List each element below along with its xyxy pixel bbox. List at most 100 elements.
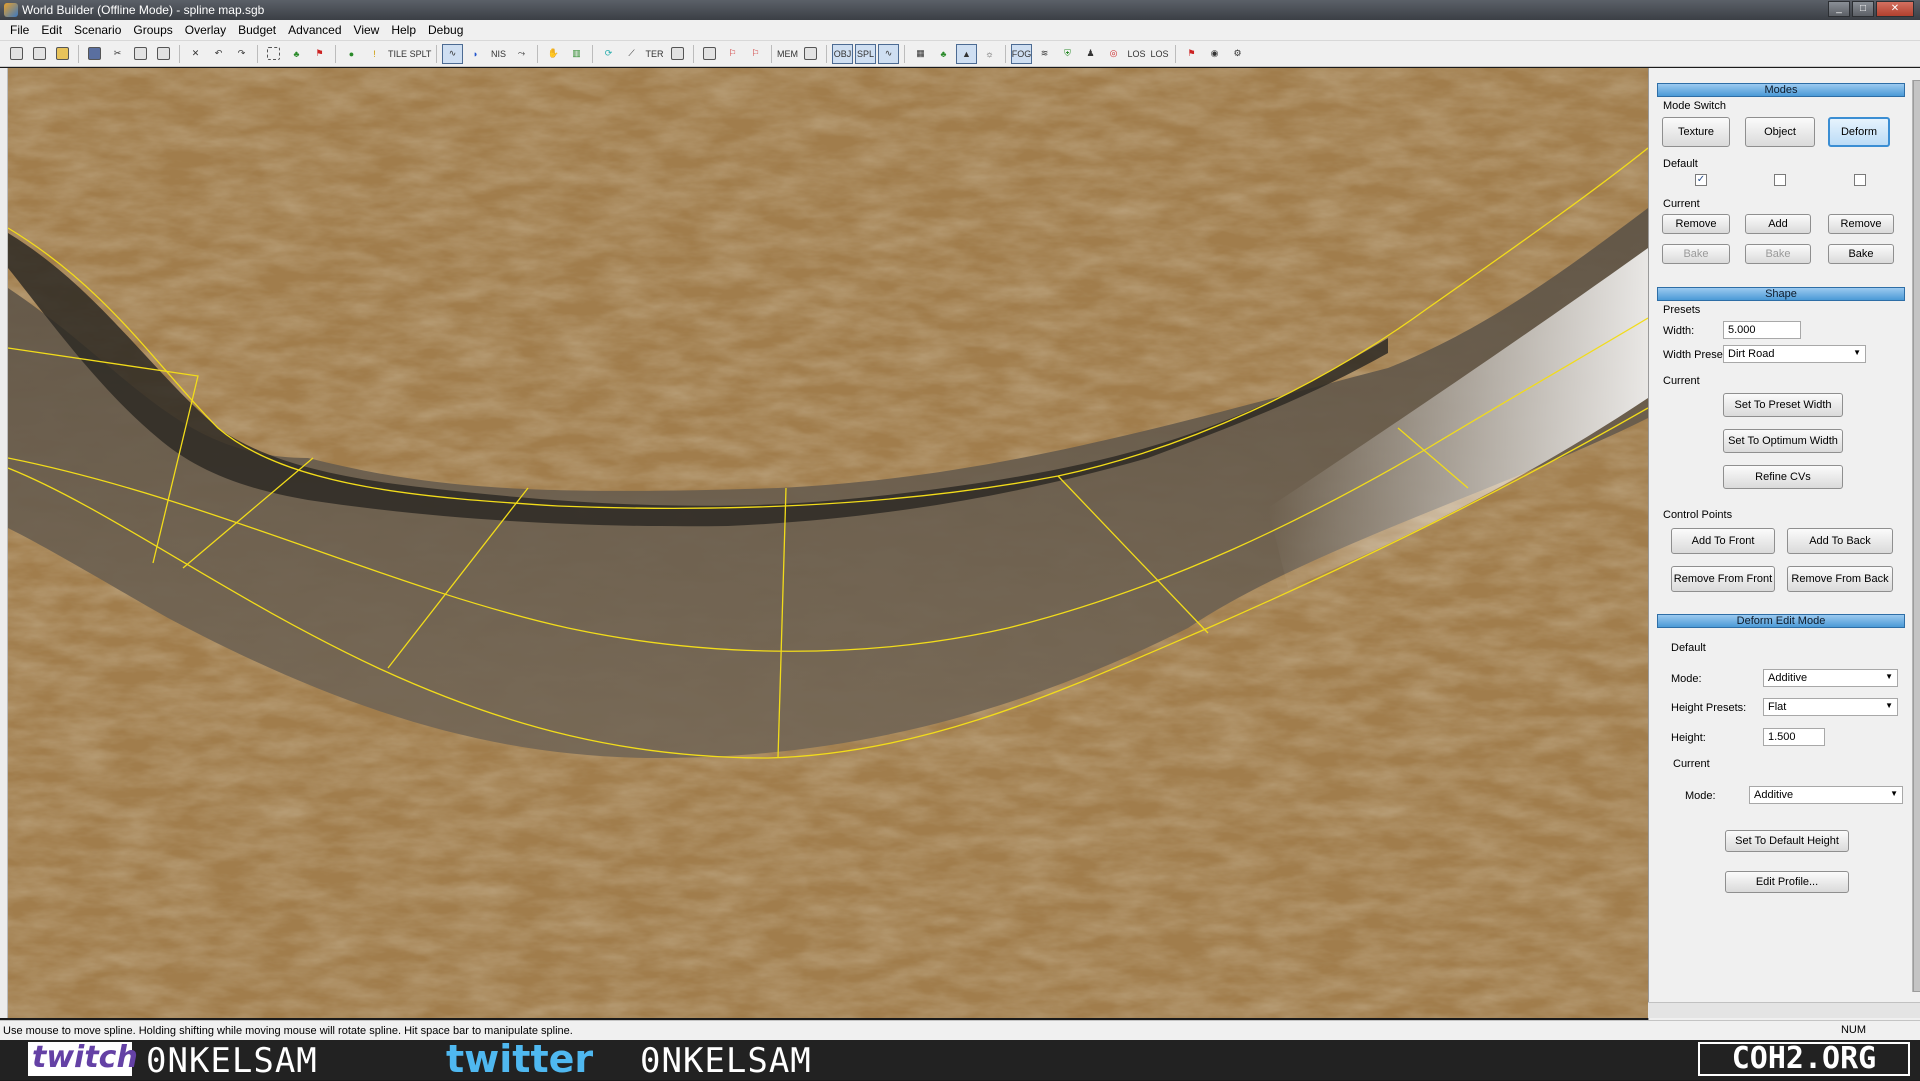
remove-texture-button[interactable]: Remove: [1662, 214, 1730, 234]
close-icon[interactable]: ✕: [1876, 1, 1914, 17]
chevron-down-icon: ▼: [1853, 348, 1861, 357]
exclamation-icon[interactable]: !: [364, 44, 385, 64]
bush-icon[interactable]: ●: [341, 44, 362, 64]
tree-icon[interactable]: ♣: [286, 44, 307, 64]
split-icon[interactable]: SPLT: [410, 44, 432, 64]
target-icon[interactable]: ◎: [1103, 44, 1124, 64]
maximize-icon[interactable]: □: [1852, 1, 1874, 17]
new-doc-icon[interactable]: [29, 44, 50, 64]
terrain-view[interactable]: [8, 68, 1648, 1018]
measure-icon[interactable]: ⟋: [621, 44, 642, 64]
panel-scrollbar[interactable]: [1912, 80, 1920, 992]
bake-object-button[interactable]: Bake: [1745, 244, 1811, 264]
units-icon[interactable]: ♟: [1080, 44, 1101, 64]
undo-icon[interactable]: ↶: [208, 44, 229, 64]
deform-edit-mode-header[interactable]: Deform Edit Mode: [1657, 614, 1905, 628]
shape-header[interactable]: Shape: [1657, 287, 1905, 301]
set-preset-width-button[interactable]: Set To Preset Width: [1723, 393, 1843, 417]
calendar-icon[interactable]: [699, 44, 720, 64]
add-to-front-button[interactable]: Add To Front: [1671, 528, 1775, 554]
add-object-button[interactable]: Add: [1745, 214, 1811, 234]
landscape-icon[interactable]: ▲: [956, 43, 977, 64]
refresh-icon[interactable]: ⟳: [598, 44, 619, 64]
save-icon[interactable]: [84, 44, 105, 64]
spline-edit-icon[interactable]: ∿: [878, 43, 899, 64]
flag-red-icon[interactable]: ⚑: [1181, 44, 1202, 64]
remove-deform-button[interactable]: Remove: [1828, 214, 1894, 234]
obj-icon[interactable]: OBJ: [832, 43, 853, 64]
set-optimum-width-button[interactable]: Set To Optimum Width: [1723, 429, 1843, 453]
height-presets-select[interactable]: Flat ▼: [1763, 698, 1898, 716]
flag-icon[interactable]: ⚑: [309, 44, 330, 64]
spl-icon[interactable]: SPL: [855, 43, 876, 64]
copy-icon[interactable]: [130, 44, 151, 64]
menu-groups[interactable]: Groups: [127, 23, 178, 37]
lighting-icon[interactable]: ☼: [979, 44, 1000, 64]
tile-icon[interactable]: TILE: [387, 44, 408, 64]
marker-icon[interactable]: ⚐: [722, 44, 743, 64]
new-file-icon[interactable]: [6, 44, 27, 64]
delete-icon[interactable]: ✕: [185, 44, 206, 64]
deform-default-label: Default: [1671, 642, 1706, 654]
panel-horizontal-scrollbar[interactable]: [1648, 1002, 1920, 1018]
wind-icon[interactable]: ≋: [1034, 44, 1055, 64]
map-viewport[interactable]: [8, 68, 1648, 1018]
menu-debug[interactable]: Debug: [422, 23, 469, 37]
chip-icon[interactable]: [800, 44, 821, 64]
los-icon[interactable]: LOS: [1126, 44, 1147, 64]
menu-edit[interactable]: Edit: [35, 23, 68, 37]
shield-icon[interactable]: ⛨: [1057, 44, 1078, 64]
add-to-back-button[interactable]: Add To Back: [1787, 528, 1893, 554]
menu-overlay[interactable]: Overlay: [179, 23, 232, 37]
marker2-icon[interactable]: ⚐: [745, 44, 766, 64]
modes-header[interactable]: Modes: [1657, 83, 1905, 97]
menu-advanced[interactable]: Advanced: [282, 23, 347, 37]
minimize-icon[interactable]: _: [1828, 1, 1850, 17]
menu-scenario[interactable]: Scenario: [68, 23, 127, 37]
settings-icon[interactable]: ⚙: [1227, 44, 1248, 64]
stats-icon[interactable]: ▥: [566, 44, 587, 64]
tree-view-icon[interactable]: ♣: [933, 44, 954, 64]
height-input[interactable]: 1.500: [1763, 728, 1825, 746]
default-deform-checkbox[interactable]: [1854, 174, 1866, 186]
path-icon[interactable]: ⤳: [511, 44, 532, 64]
grid-view-icon[interactable]: ▦: [910, 44, 931, 64]
remove-from-front-button[interactable]: Remove From Front: [1671, 566, 1775, 592]
menu-view[interactable]: View: [348, 23, 386, 37]
hand-icon[interactable]: ✋: [543, 44, 564, 64]
spline-tool-icon[interactable]: ∿: [442, 43, 463, 64]
terrain-icon[interactable]: TER: [644, 44, 665, 64]
fog-icon[interactable]: FOG: [1011, 43, 1032, 64]
menu-budget[interactable]: Budget: [232, 23, 282, 37]
default-texture-checkbox[interactable]: ✓: [1695, 174, 1707, 186]
refine-cvs-button[interactable]: Refine CVs: [1723, 465, 1843, 489]
edit-profile-button[interactable]: Edit Profile...: [1725, 871, 1849, 893]
texture-mode-button[interactable]: Texture: [1662, 117, 1730, 147]
point-icon[interactable]: ◉: [1204, 44, 1225, 64]
mode-value: Additive: [1768, 672, 1808, 684]
nis-icon[interactable]: NIS: [488, 44, 509, 64]
menu-file[interactable]: File: [4, 23, 35, 37]
default-object-checkbox[interactable]: [1774, 174, 1786, 186]
cut-icon[interactable]: ✂: [107, 44, 128, 64]
los-alt-icon[interactable]: LOS: [1149, 44, 1170, 64]
stream-overlay: twitch 0NKELSAM twitter 0NKELSAM COH2.OR…: [0, 1040, 1920, 1081]
grid-icon[interactable]: [667, 44, 688, 64]
open-folder-icon[interactable]: [52, 44, 73, 64]
menu-help[interactable]: Help: [385, 23, 422, 37]
select-region-icon[interactable]: [263, 44, 284, 64]
current-mode-select[interactable]: Additive ▼: [1749, 786, 1903, 804]
bake-deform-button[interactable]: Bake: [1828, 244, 1894, 264]
paste-icon[interactable]: [153, 44, 174, 64]
object-mode-button[interactable]: Object: [1745, 117, 1815, 147]
set-default-height-button[interactable]: Set To Default Height: [1725, 830, 1849, 852]
mode-select[interactable]: Additive ▼: [1763, 669, 1898, 687]
water-icon[interactable]: ◗: [465, 44, 486, 64]
remove-from-back-button[interactable]: Remove From Back: [1787, 566, 1893, 592]
width-presets-select[interactable]: Dirt Road ▼: [1723, 345, 1866, 363]
deform-mode-button[interactable]: Deform: [1828, 117, 1890, 147]
bake-texture-button[interactable]: Bake: [1662, 244, 1730, 264]
redo-icon[interactable]: ↷: [231, 44, 252, 64]
width-input[interactable]: 5.000: [1723, 321, 1801, 339]
memory-icon[interactable]: MEM: [777, 44, 798, 64]
